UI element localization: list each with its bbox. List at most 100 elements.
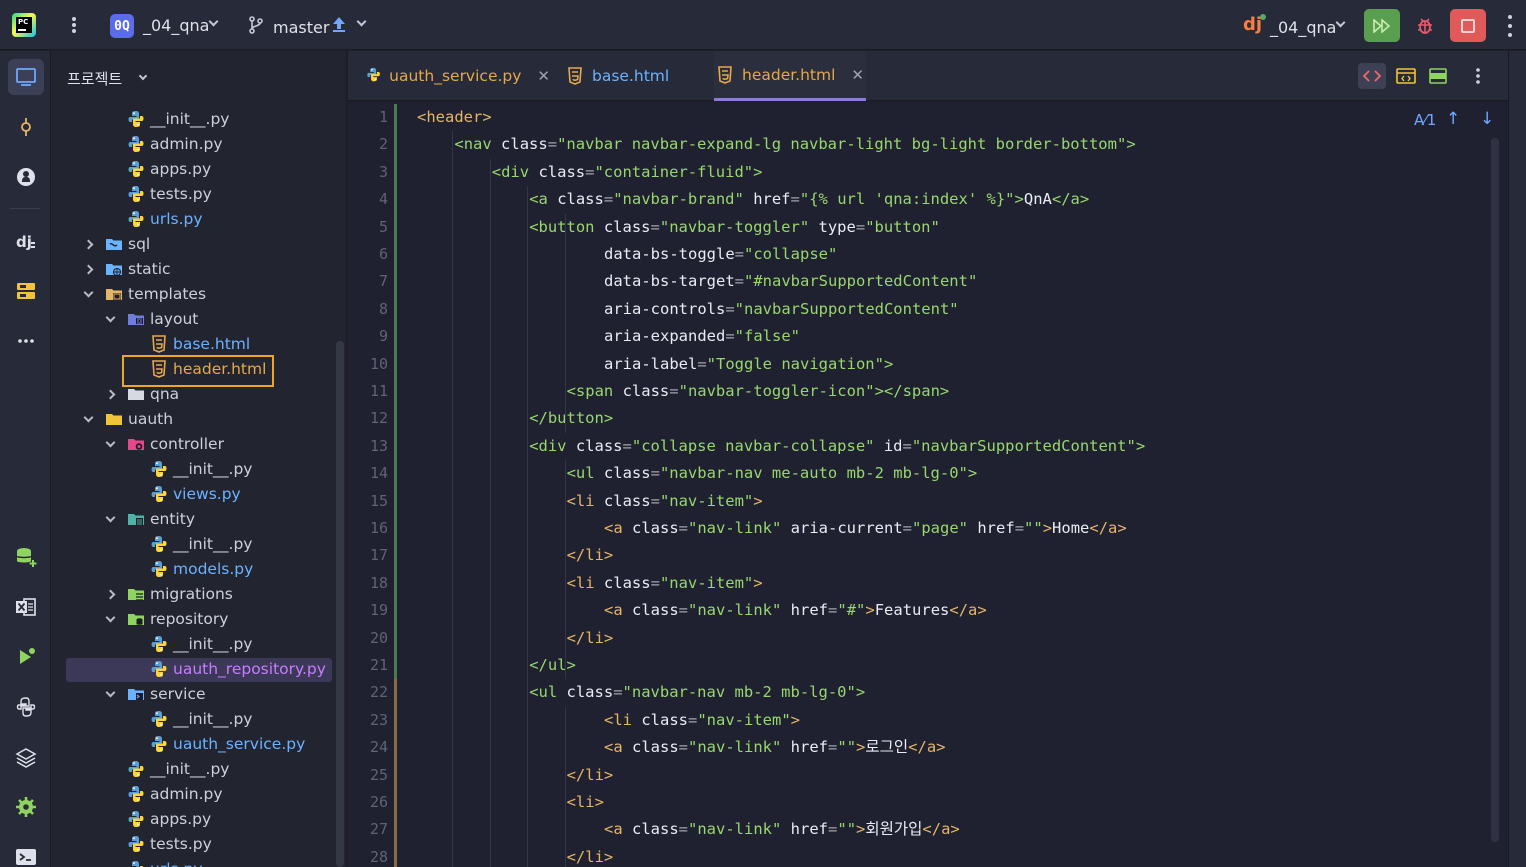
chevron-down-icon[interactable] [138,71,148,81]
excel-tool-button[interactable] [8,589,44,625]
tree-item[interactable]: __init__.py [51,757,341,782]
code-line[interactable]: </ul> [529,652,576,679]
code-line[interactable]: <div class="collapse navbar-collapse" id… [529,433,1145,460]
tree-item[interactable]: sql [51,232,341,257]
preview-button[interactable] [1392,63,1420,89]
code-line[interactable]: <span class="navbar-toggler-icon"></span… [567,378,950,405]
chevron-down-icon[interactable] [208,16,219,27]
run-button[interactable] [1364,9,1400,42]
code-line[interactable]: </button> [529,405,613,432]
vcs-change-marker[interactable] [394,104,397,680]
code-line[interactable]: aria-controls="navbarSupportedContent" [604,296,959,323]
project-badge[interactable]: 0Q [110,14,134,38]
stop-button[interactable] [1450,9,1486,42]
code-line[interactable]: </li> [567,762,614,789]
tree-item[interactable]: models.py [51,557,341,582]
pycharm-logo-icon[interactable]: PC [12,13,36,37]
inspection-widget[interactable]: A⁄1 [1414,111,1436,129]
panel-title[interactable]: 프로젝트 [67,68,122,89]
arrow-down-icon[interactable]: ↓ [1480,109,1494,129]
tree-item[interactable]: service [51,682,341,707]
code-line[interactable]: aria-label="Toggle navigation"> [604,351,893,378]
chevron-down-icon[interactable] [1335,17,1346,28]
settings-tool-button[interactable] [8,789,44,825]
tree-item[interactable]: controller [51,432,341,457]
tree-item[interactable]: __init__.py [51,532,341,557]
tree-item[interactable]: repository [51,607,341,632]
more-tools-button[interactable] [8,323,44,359]
code-line[interactable]: </li> [567,625,614,652]
tree-item[interactable]: __init__.py [51,707,341,732]
code-line[interactable]: <ul class="navbar-nav mb-2 mb-lg-0"> [529,679,865,706]
tree-item[interactable]: urls.py [51,857,341,867]
tree-item[interactable]: base.html [51,332,341,357]
code-line[interactable]: <li class="nav-item"> [567,488,763,515]
chevron-right-icon[interactable] [83,264,94,275]
code-line[interactable]: <ul class="navbar-nav me-auto mb-2 mb-lg… [567,460,978,487]
tree-item[interactable]: tests.py [51,182,341,207]
tree-item[interactable]: layout [51,307,341,332]
more-editor-actions-icon[interactable] [1464,63,1492,89]
code-line[interactable]: data-bs-target="#navbarSupportedContent" [604,268,977,295]
run-configuration-selector[interactable]: _04_qna [1270,18,1336,37]
commit-tool-button[interactable] [8,109,44,145]
close-icon[interactable]: ✕ [537,67,550,85]
django-structure-tool-button[interactable]: dj [8,223,44,259]
tree-item[interactable]: uauth_repository.py [51,657,341,682]
more-actions-icon[interactable] [1506,15,1514,37]
chevron-down-icon[interactable] [356,16,367,27]
tree-item[interactable]: __init__.py [51,107,341,132]
chevron-right-icon[interactable] [105,389,116,400]
tree-item[interactable]: static [51,257,341,282]
tree-item[interactable]: __init__.py [51,457,341,482]
run-tool-button[interactable] [8,639,44,675]
tree-item[interactable]: tests.py [51,832,341,857]
tree-item[interactable]: templates [51,282,341,307]
branch-selector[interactable]: master [273,18,329,37]
chevron-right-icon[interactable] [105,589,116,600]
arrow-up-icon[interactable]: ↑ [1446,109,1460,129]
code-line[interactable]: <a class="nav-link" href="">로그인</a> [604,734,945,761]
code-line[interactable]: <a class="nav-link" aria-current="page" … [604,515,1127,542]
services-tool-button[interactable] [8,273,44,309]
code-line[interactable]: <div class="container-fluid"> [492,159,763,186]
split-view-button[interactable] [1424,63,1452,89]
git-branch-icon[interactable] [248,16,264,34]
chevron-down-icon[interactable] [105,512,116,523]
chevron-down-icon[interactable] [83,412,94,423]
tree-item[interactable]: admin.py [51,132,341,157]
code-line[interactable]: <li> [567,789,604,816]
tree-item[interactable]: admin.py [51,782,341,807]
database-tool-button[interactable] [8,539,44,575]
code-line[interactable]: <a class="navbar-brand" href="{% url 'qn… [529,186,1089,213]
code-editor[interactable]: 1 2 3 4 5 6 7 8 9 10 11 12 13 14 15 16 17 18 19 20 21 22 23 24 2… [348,102,1518,867]
code-line[interactable]: </li> [567,844,614,867]
code-line[interactable]: <nav class="navbar navbar-expand-lg navb… [454,131,1135,158]
vcs-change-marker[interactable] [394,679,397,867]
python-console-tool-button[interactable] [8,689,44,725]
tab-header-html[interactable]: header.html ✕ [714,51,866,101]
chevron-down-icon[interactable] [83,287,94,298]
main-menu-icon[interactable] [70,13,78,37]
terminal-tool-button[interactable] [8,839,44,867]
code-line[interactable]: </li> [567,542,614,569]
code-line[interactable]: <li class="nav-item"> [604,707,800,734]
code-line[interactable]: <a class="nav-link" href="#">Features</a… [604,597,987,624]
tab-uauth-service-py[interactable]: uauth_service.py ✕ [364,51,550,101]
debug-button[interactable] [1412,13,1438,39]
project-tool-button[interactable] [8,59,44,95]
tree-item[interactable]: __init__.py [51,632,341,657]
code-line[interactable]: <a class="nav-link" href="">회원가입</a> [604,816,960,843]
tree-item[interactable]: apps.py [51,807,341,832]
tree-item[interactable]: views.py [51,482,341,507]
chevron-down-icon[interactable] [105,687,116,698]
code-line[interactable]: data-bs-toggle="collapse" [604,241,837,268]
chevron-down-icon[interactable] [105,312,116,323]
tree-item[interactable]: uauth_service.py [51,732,341,757]
layers-tool-button[interactable] [8,739,44,775]
chevron-right-icon[interactable] [83,239,94,250]
close-icon[interactable]: ✕ [851,66,864,84]
tree-item[interactable]: entity [51,507,341,532]
panel-scrollbar[interactable] [336,341,344,867]
chevron-down-icon[interactable] [105,612,116,623]
